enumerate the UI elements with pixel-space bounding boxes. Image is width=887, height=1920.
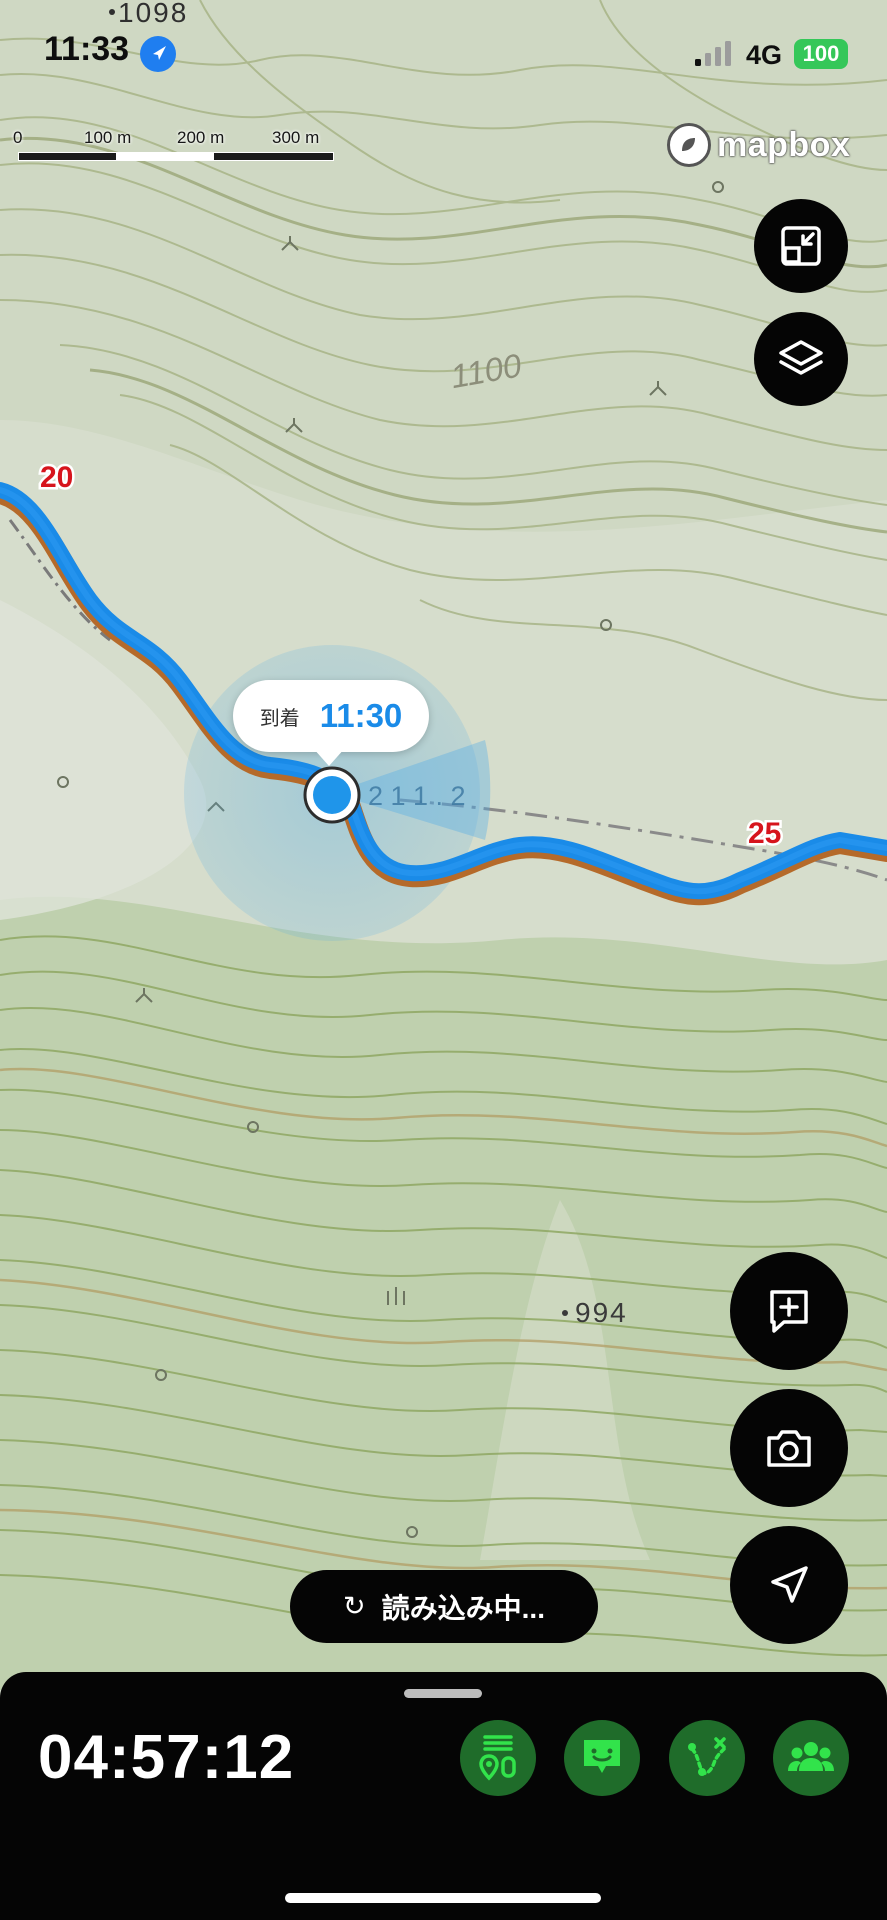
scale-label-0: 0 — [13, 128, 23, 147]
location-arrow-icon — [140, 36, 176, 72]
elapsed-timer: 04:57:12 — [38, 1723, 295, 1792]
scale-bar — [18, 152, 334, 161]
group-icon — [788, 1742, 834, 1771]
message-icon — [584, 1740, 620, 1773]
route-edit-icon — [688, 1737, 726, 1776]
layers-icon — [779, 340, 823, 375]
mapbox-icon — [667, 123, 711, 167]
mapbox-logo: mapbox — [667, 123, 850, 167]
elevation-label-994: 994 — [575, 1297, 628, 1328]
signal-icon — [693, 40, 737, 68]
add-note-button[interactable] — [730, 1252, 848, 1370]
refresh-icon: ↻ — [343, 1591, 366, 1621]
elevation-label-1098: 1098 — [118, 0, 188, 28]
home-indicator[interactable] — [285, 1893, 601, 1903]
arrival-label: 到着 — [259, 707, 300, 730]
mapbox-wordmark: mapbox — [717, 125, 851, 164]
drag-handle[interactable] — [404, 1689, 482, 1698]
scale-label-100: 100 m — [84, 128, 132, 147]
arrival-time: 11:30 — [319, 697, 403, 734]
message-button[interactable] — [564, 1720, 640, 1796]
camera-icon — [767, 1430, 811, 1467]
network-type: 4G — [746, 40, 783, 70]
route-marker-20: 20 — [40, 461, 73, 494]
group-button[interactable] — [773, 1720, 849, 1796]
scale-label-200: 200 m — [177, 128, 225, 147]
route-edit-button[interactable] — [669, 1720, 745, 1796]
loading-text: 読み込み中... — [381, 1592, 545, 1624]
navigate-button[interactable] — [730, 1526, 848, 1644]
bottom-panel[interactable] — [0, 1672, 887, 1920]
scale-label-300: 300 m — [272, 128, 320, 147]
collapse-icon — [781, 226, 821, 266]
status-time: 11:33 — [44, 30, 130, 68]
loading-indicator: ↻ 読み込み中... — [290, 1570, 598, 1643]
navigate-icon — [771, 1566, 808, 1603]
battery-indicator: 100 — [794, 39, 848, 69]
arrival-bubble-tail — [313, 748, 345, 766]
map-label-2112: 2 1 1 . 2 — [368, 781, 466, 811]
route-course-icon — [479, 1735, 516, 1781]
route-marker-25: 25 — [748, 817, 781, 850]
add-note-icon — [770, 1290, 808, 1333]
arrival-bubble[interactable]: 到着 11:30 — [233, 680, 429, 752]
camera-button[interactable] — [730, 1389, 848, 1507]
collapse-map-button[interactable] — [754, 199, 848, 293]
route-course-button[interactable] — [460, 1720, 536, 1796]
map-layers-button[interactable] — [754, 312, 848, 406]
